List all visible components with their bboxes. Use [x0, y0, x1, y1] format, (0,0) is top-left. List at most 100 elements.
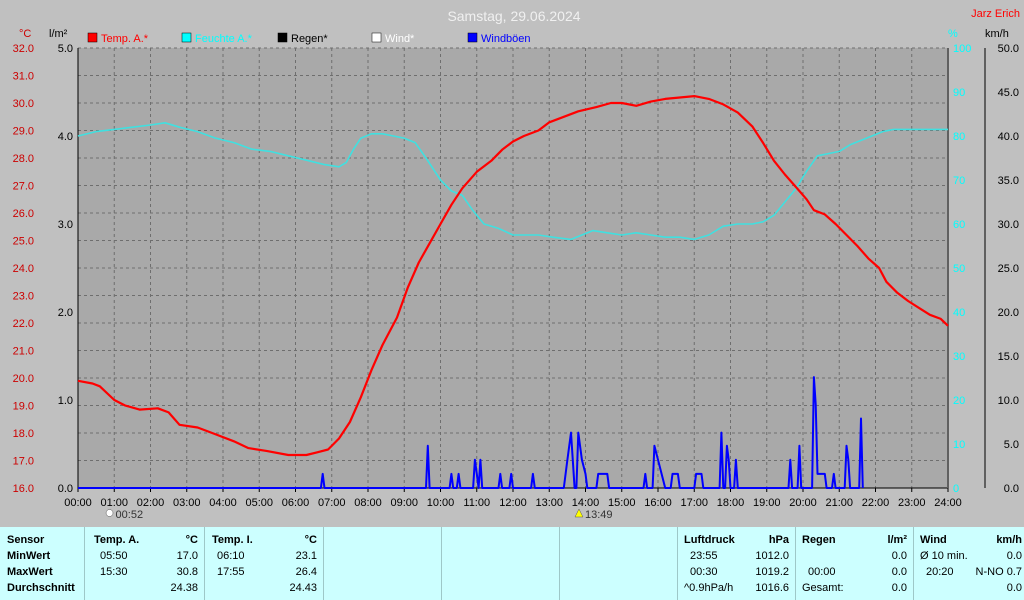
temp-a-unit: °C [185, 534, 198, 546]
day-markers: 00:52 13:49 [105, 508, 613, 521]
temp-tick-label: 26.0 [13, 208, 34, 220]
temp-i-title: Temp. I. [212, 534, 253, 546]
row-avg-label: Durchschnitt [7, 582, 75, 594]
temp-tick-label: 23.0 [13, 291, 34, 303]
temp-a-max-value: 30.8 [176, 566, 198, 578]
x-tick-label: 17:00 [680, 497, 708, 509]
x-tick-label: 00:00 [64, 497, 92, 509]
wind-max-value: N-NO 0.7 [975, 566, 1022, 578]
x-tick-label: 09:00 [390, 497, 418, 509]
marker-time-label: 00:52 [116, 509, 144, 521]
temp-tick-label: 25.0 [13, 236, 34, 248]
wind-tick-label: 30.0 [998, 219, 1019, 231]
humidity-tick-label: 30 [953, 351, 965, 363]
x-tick-label: 19:00 [753, 497, 781, 509]
weather-chart: Samstag, 29.06.2024 Jarz Erich °C l/m² %… [13, 8, 1020, 521]
rain-tick-label: 4.0 [58, 131, 73, 143]
temp-i-avg-value: 24.43 [289, 582, 317, 594]
x-tick-label: 04:00 [209, 497, 237, 509]
pressure-unit: hPa [768, 534, 789, 546]
x-tick-label: 05:00 [245, 497, 273, 509]
wind-unit-label: km/h [985, 28, 1009, 40]
wind-tick-label: 15.0 [998, 351, 1019, 363]
legend-swatch [87, 32, 98, 43]
rain-unit: l/m² [887, 534, 907, 546]
humidity-tick-label: 0 [953, 483, 959, 495]
wind-tick-label: 40.0 [998, 131, 1019, 143]
x-tick-label: 15:00 [608, 497, 636, 509]
sun-icon [574, 508, 584, 518]
temp-tick-label: 24.0 [13, 263, 34, 275]
legend-swatch [467, 32, 478, 43]
temp-tick-label: 19.0 [13, 401, 34, 413]
panel-sensor: Sensor MinWert MaxWert Durchschnitt [0, 527, 85, 600]
rain-total-value: 0.0 [891, 582, 907, 594]
x-tick-label: 01:00 [100, 497, 128, 509]
x-tick-label: 13:00 [535, 497, 563, 509]
x-tick-label: 20:00 [789, 497, 817, 509]
temp-tick-label: 18.0 [13, 428, 34, 440]
legend-label: Feuchte A.* [195, 33, 253, 45]
wind-tick-label: 20.0 [998, 307, 1019, 319]
temp-i-max-value: 26.4 [295, 566, 317, 578]
humidity-tick-label: 20 [953, 395, 965, 407]
wind-max-time: 20:20 [926, 566, 954, 578]
temp-tick-label: 16.0 [13, 483, 34, 495]
wind-avg10-value: 0.0 [1006, 550, 1022, 562]
wind-tick-label: 45.0 [998, 87, 1019, 99]
temp-i-min-time: 06:10 [217, 550, 245, 562]
humidity-tick-label: 80 [953, 131, 965, 143]
temp-tick-label: 29.0 [13, 126, 34, 138]
pressure-min-value: 1012.0 [755, 550, 789, 562]
wind-avg10-label: Ø 10 min. [920, 550, 968, 562]
panel-empty-3 [560, 527, 678, 600]
rain-tick-label: 1.0 [58, 395, 73, 407]
humidity-tick-label: 70 [953, 175, 965, 187]
x-tick-label: 10:00 [427, 497, 455, 509]
legend-label: Windböen [481, 33, 531, 45]
x-tick-label: 12:00 [499, 497, 527, 509]
rain-total-label: Gesamt: [802, 582, 844, 594]
x-tick-label: 21:00 [825, 497, 853, 509]
legend-label: Wind* [385, 33, 415, 45]
temp-a-title: Temp. A. [94, 534, 140, 546]
wind-avg-value: 0.0 [1006, 582, 1022, 594]
x-tick-label: 22:00 [862, 497, 890, 509]
pressure-min-time: 23:55 [690, 550, 718, 562]
legend-label: Regen* [291, 33, 328, 45]
temp-tick-label: 31.0 [13, 71, 34, 83]
humidity-tick-label: 60 [953, 219, 965, 231]
rain-tick-label: 0.0 [58, 483, 73, 495]
temp-a-min-time: 05:50 [100, 550, 128, 562]
rain-unit-label: l/m² [49, 28, 68, 40]
x-tick-label: 11:00 [463, 497, 490, 509]
wind-unit: km/h [996, 534, 1022, 546]
humidity-unit-label: % [948, 28, 958, 40]
rain-tick-label: 2.0 [58, 307, 73, 319]
temp-tick-label: 21.0 [13, 346, 34, 358]
rain-tick-label: 3.0 [58, 219, 73, 231]
humidity-tick-label: 100 [953, 43, 971, 55]
pressure-avg-value: 1016.6 [755, 582, 789, 594]
legend-swatch [371, 32, 382, 43]
rain-max-value: 0.0 [891, 566, 907, 578]
temp-i-min-value: 23.1 [295, 550, 317, 562]
wind-tick-label: 0.0 [1004, 483, 1019, 495]
pressure-max-time: 00:30 [690, 566, 718, 578]
panel-wind: Wind km/h Ø 10 min. 0.0 20:20 N-NO 0.7 0… [914, 527, 1024, 600]
pressure-max-value: 1019.2 [755, 566, 789, 578]
rain-min-value: 0.0 [891, 550, 907, 562]
rain-max-time: 00:00 [808, 566, 836, 578]
x-tick-label: 03:00 [173, 497, 201, 509]
panel-empty-1 [324, 527, 442, 600]
x-tick-label: 07:00 [318, 497, 346, 509]
panel-pressure: Luftdruck hPa 23:55 1012.0 00:30 1019.2 … [678, 527, 796, 600]
marker-time-label: 13:49 [585, 509, 613, 521]
temp-i-unit: °C [304, 534, 317, 546]
x-tick-label: 16:00 [644, 497, 672, 509]
x-tick-label: 23:00 [898, 497, 926, 509]
temp-tick-label: 28.0 [13, 153, 34, 165]
legend-label: Temp. A.* [101, 33, 149, 45]
x-tick-label: 08:00 [354, 497, 382, 509]
humidity-tick-label: 40 [953, 307, 965, 319]
